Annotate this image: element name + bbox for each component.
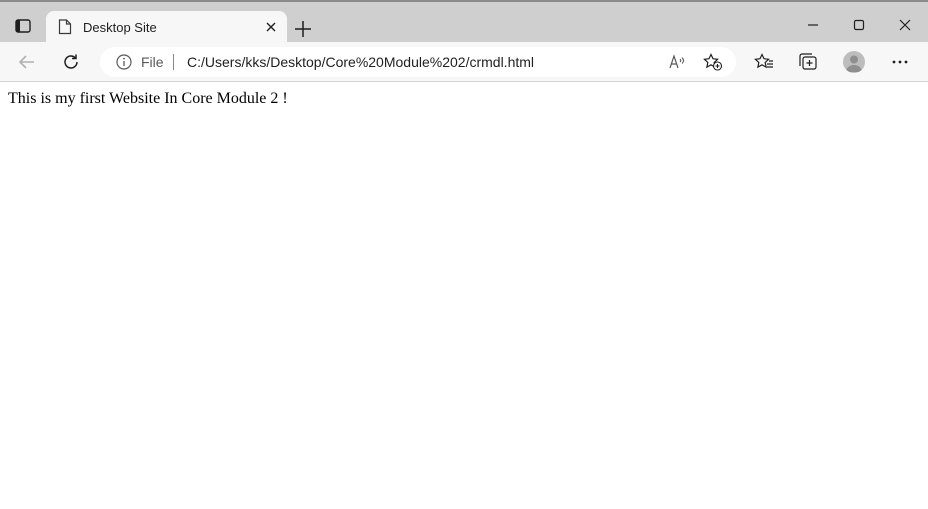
page-content: This is my first Website In Core Module … bbox=[0, 82, 928, 509]
maximize-icon bbox=[853, 19, 865, 31]
tab-title: Desktop Site bbox=[83, 20, 157, 35]
read-aloud-icon bbox=[669, 54, 685, 69]
add-favorite-icon bbox=[703, 53, 723, 71]
profile-icon bbox=[846, 55, 862, 72]
reload-button[interactable] bbox=[58, 50, 84, 74]
favorites-button[interactable] bbox=[751, 50, 777, 74]
tab-active[interactable]: Desktop Site bbox=[46, 11, 287, 44]
favorites-icon bbox=[754, 53, 773, 69]
tab-actions-button[interactable] bbox=[8, 12, 38, 40]
url-text[interactable]: C:/Users/kks/Desktop/Core%20Module%202/c… bbox=[187, 54, 534, 70]
scheme-label: File bbox=[141, 54, 164, 70]
minimize-button[interactable] bbox=[790, 12, 836, 38]
profile-avatar[interactable] bbox=[843, 51, 865, 73]
back-arrow-icon bbox=[18, 55, 34, 69]
close-window-button[interactable] bbox=[882, 12, 928, 38]
collections-button[interactable] bbox=[795, 50, 821, 74]
page-text: This is my first Website In Core Module … bbox=[8, 90, 288, 107]
maximize-button[interactable] bbox=[836, 12, 882, 38]
back-button[interactable] bbox=[14, 50, 40, 74]
tab-strip: Desktop Site bbox=[0, 0, 928, 44]
address-bar[interactable]: File C:/Users/kks/Desktop/Core%20Module%… bbox=[100, 47, 736, 77]
collections-icon bbox=[799, 53, 817, 70]
browser-toolbar: File C:/Users/kks/Desktop/Core%20Module%… bbox=[0, 42, 928, 82]
minimize-icon bbox=[808, 24, 818, 26]
close-icon bbox=[899, 19, 911, 31]
tab-actions-icon bbox=[15, 19, 31, 33]
more-icon bbox=[892, 60, 908, 64]
more-button[interactable] bbox=[887, 50, 913, 74]
reload-icon bbox=[64, 54, 78, 69]
add-favorite-button[interactable] bbox=[702, 52, 724, 72]
page-icon bbox=[58, 19, 72, 35]
new-tab-button[interactable] bbox=[292, 18, 314, 40]
close-icon[interactable] bbox=[264, 20, 278, 34]
address-divider bbox=[173, 54, 174, 70]
read-aloud-button[interactable] bbox=[666, 52, 688, 72]
info-icon[interactable] bbox=[116, 54, 132, 70]
